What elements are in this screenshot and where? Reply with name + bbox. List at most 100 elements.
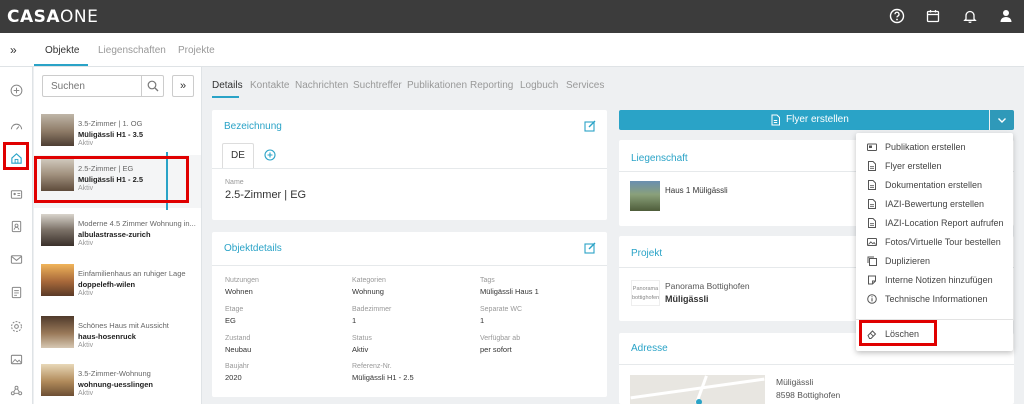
field-label: Nutzungen [225,277,259,284]
note-icon [867,275,877,285]
file-icon [867,161,877,171]
id-card-icon[interactable] [10,188,23,201]
network-icon[interactable] [10,384,23,397]
list-expand-button[interactable]: » [172,75,194,97]
field-value: Müligässli Haus 1 [480,287,539,296]
tab-services[interactable]: Services [566,80,604,91]
user-icon[interactable] [998,8,1014,24]
menu-item-publikation-erstellen[interactable]: Publikation erstellen [856,138,1013,157]
calendar-icon[interactable] [925,8,941,24]
field-value: Aktiv [352,345,369,354]
search-input[interactable] [43,76,141,96]
list-item[interactable]: Moderne 4.5 Zimmer Wohnung in... albulas… [34,210,201,263]
help-icon[interactable] [889,8,905,24]
chevron-down-icon [998,118,1006,123]
tab-liegenschaften[interactable]: Liegenschaften [98,45,166,56]
list-item-subtitle: Schönes Haus mit Aussicht [78,321,169,330]
flyer-erstellen-button[interactable]: Flyer erstellen [619,110,989,130]
tab-objekte[interactable]: Objekte [45,45,79,56]
project-logo: Panorama bottighofen [631,280,660,306]
menu-item-technische-informationen[interactable]: Technische Informationen [856,290,1013,309]
document-icon[interactable] [10,286,23,299]
list-item-subtitle: 3.5-Zimmer | 1. OG [78,119,143,128]
list-item-status: Aktiv [78,140,94,147]
menu-item-iazi-bewertung[interactable]: IAZI-Bewertung erstellen [856,195,1013,214]
card-title: Liegenschaft [631,153,688,164]
mail-icon[interactable] [10,253,23,266]
tab-reporting[interactable]: Reporting [470,80,513,91]
list-item[interactable]: Einfamilienhaus an ruhiger Lage doppelef… [34,260,201,313]
menu-item-fotos-bestellen[interactable]: Fotos/Virtuelle Tour bestellen [856,233,1013,252]
active-tab-indicator [34,64,88,66]
tab-publikationen[interactable]: Publikationen [407,80,467,91]
name-value: 2.5-Zimmer | EG [225,189,307,201]
object-list-pane: » 3.5-Zimmer | 1. OG Müligässli H1 - 3.5… [34,67,202,404]
settings-icon[interactable] [10,320,23,333]
name-label: Name [225,179,244,186]
list-item[interactable]: 3.5-Zimmer-Wohnung wohnung-uesslingen Ak… [34,360,201,404]
menu-item-duplizieren[interactable]: Duplizieren [856,252,1013,271]
file-icon [770,114,781,126]
field-value: 1 [352,316,357,325]
language-tab-de[interactable]: DE [222,143,254,168]
expand-sidebar-button[interactable]: » [10,43,17,57]
list-item-status: Aktiv [78,390,94,397]
field-label: Etage [225,306,244,313]
liegenschaft-name[interactable]: Haus 1 Müligässli [665,186,728,195]
list-item-title: haus-hosenruck [78,332,136,341]
field-label: Kategorien [352,277,386,284]
active-detail-tab-indicator [212,96,239,98]
divider [619,364,1014,365]
list-item-title: albulastrasse-zurich [78,230,151,239]
highlight-home-icon [3,142,29,170]
add-circle-icon[interactable] [10,84,23,97]
info-icon [867,294,877,304]
app-logo[interactable]: CASAONE [7,7,98,27]
field-value: Müligässli H1 - 2.5 [352,373,414,382]
property-thumbnail [41,316,74,348]
search-button[interactable] [141,76,163,96]
field-value: per sofort [480,345,512,354]
address-map[interactable] [630,375,765,404]
menu-item-dokumentation-erstellen[interactable]: Dokumentation erstellen [856,176,1013,195]
image-icon[interactable] [10,353,23,366]
list-item-status: Aktiv [78,342,94,349]
menu-item-interne-notizen[interactable]: Interne Notizen hinzufügen [856,271,1013,290]
copy-icon [867,256,877,266]
tab-nachrichten[interactable]: Nachrichten [295,80,348,91]
edit-icon[interactable] [584,242,596,254]
field-value: EG [225,316,236,325]
list-item-status: Aktiv [78,240,94,247]
tab-logbuch[interactable]: Logbuch [520,80,558,91]
field-label: Badezimmer [352,306,392,313]
actions-dropdown-toggle[interactable] [990,110,1014,130]
contact-book-icon[interactable] [10,220,23,233]
property-thumbnail [41,114,74,146]
list-item[interactable]: Schönes Haus mit Aussicht haus-hosenruck… [34,312,201,365]
menu-item-iazi-location-report[interactable]: IAZI-Location Report aufrufen [856,214,1013,233]
field-label: Zustand [225,335,251,342]
field-value: 1 [480,316,485,325]
tab-projekte[interactable]: Projekte [178,45,215,56]
divider [212,168,607,169]
projekt-subtitle: Panorama Bottighofen [665,281,750,291]
file-icon [867,199,877,209]
tab-suchtreffer[interactable]: Suchtreffer [353,80,402,91]
field-label: Verfügbar ab [480,335,521,342]
edit-icon[interactable] [584,120,596,132]
file-icon [867,218,877,228]
address-city: 8598 Bottighofen [776,390,841,400]
tab-details[interactable]: Details [212,80,243,91]
file-icon [867,180,877,190]
bell-icon[interactable] [962,8,978,24]
search-icon [147,80,159,92]
dashboard-icon[interactable] [10,120,23,133]
tab-kontakte[interactable]: Kontakte [250,80,289,91]
menu-item-flyer-erstellen[interactable]: Flyer erstellen [856,157,1013,176]
add-language-icon[interactable] [264,149,276,161]
field-label: Baujahr [225,363,250,370]
objektdetails-card: Objektdetails Nutzungen Wohnen Kategorie… [212,232,607,397]
list-item-status: Aktiv [78,290,94,297]
card-title: Adresse [631,343,668,354]
projekt-name[interactable]: Müligässli [665,294,709,304]
